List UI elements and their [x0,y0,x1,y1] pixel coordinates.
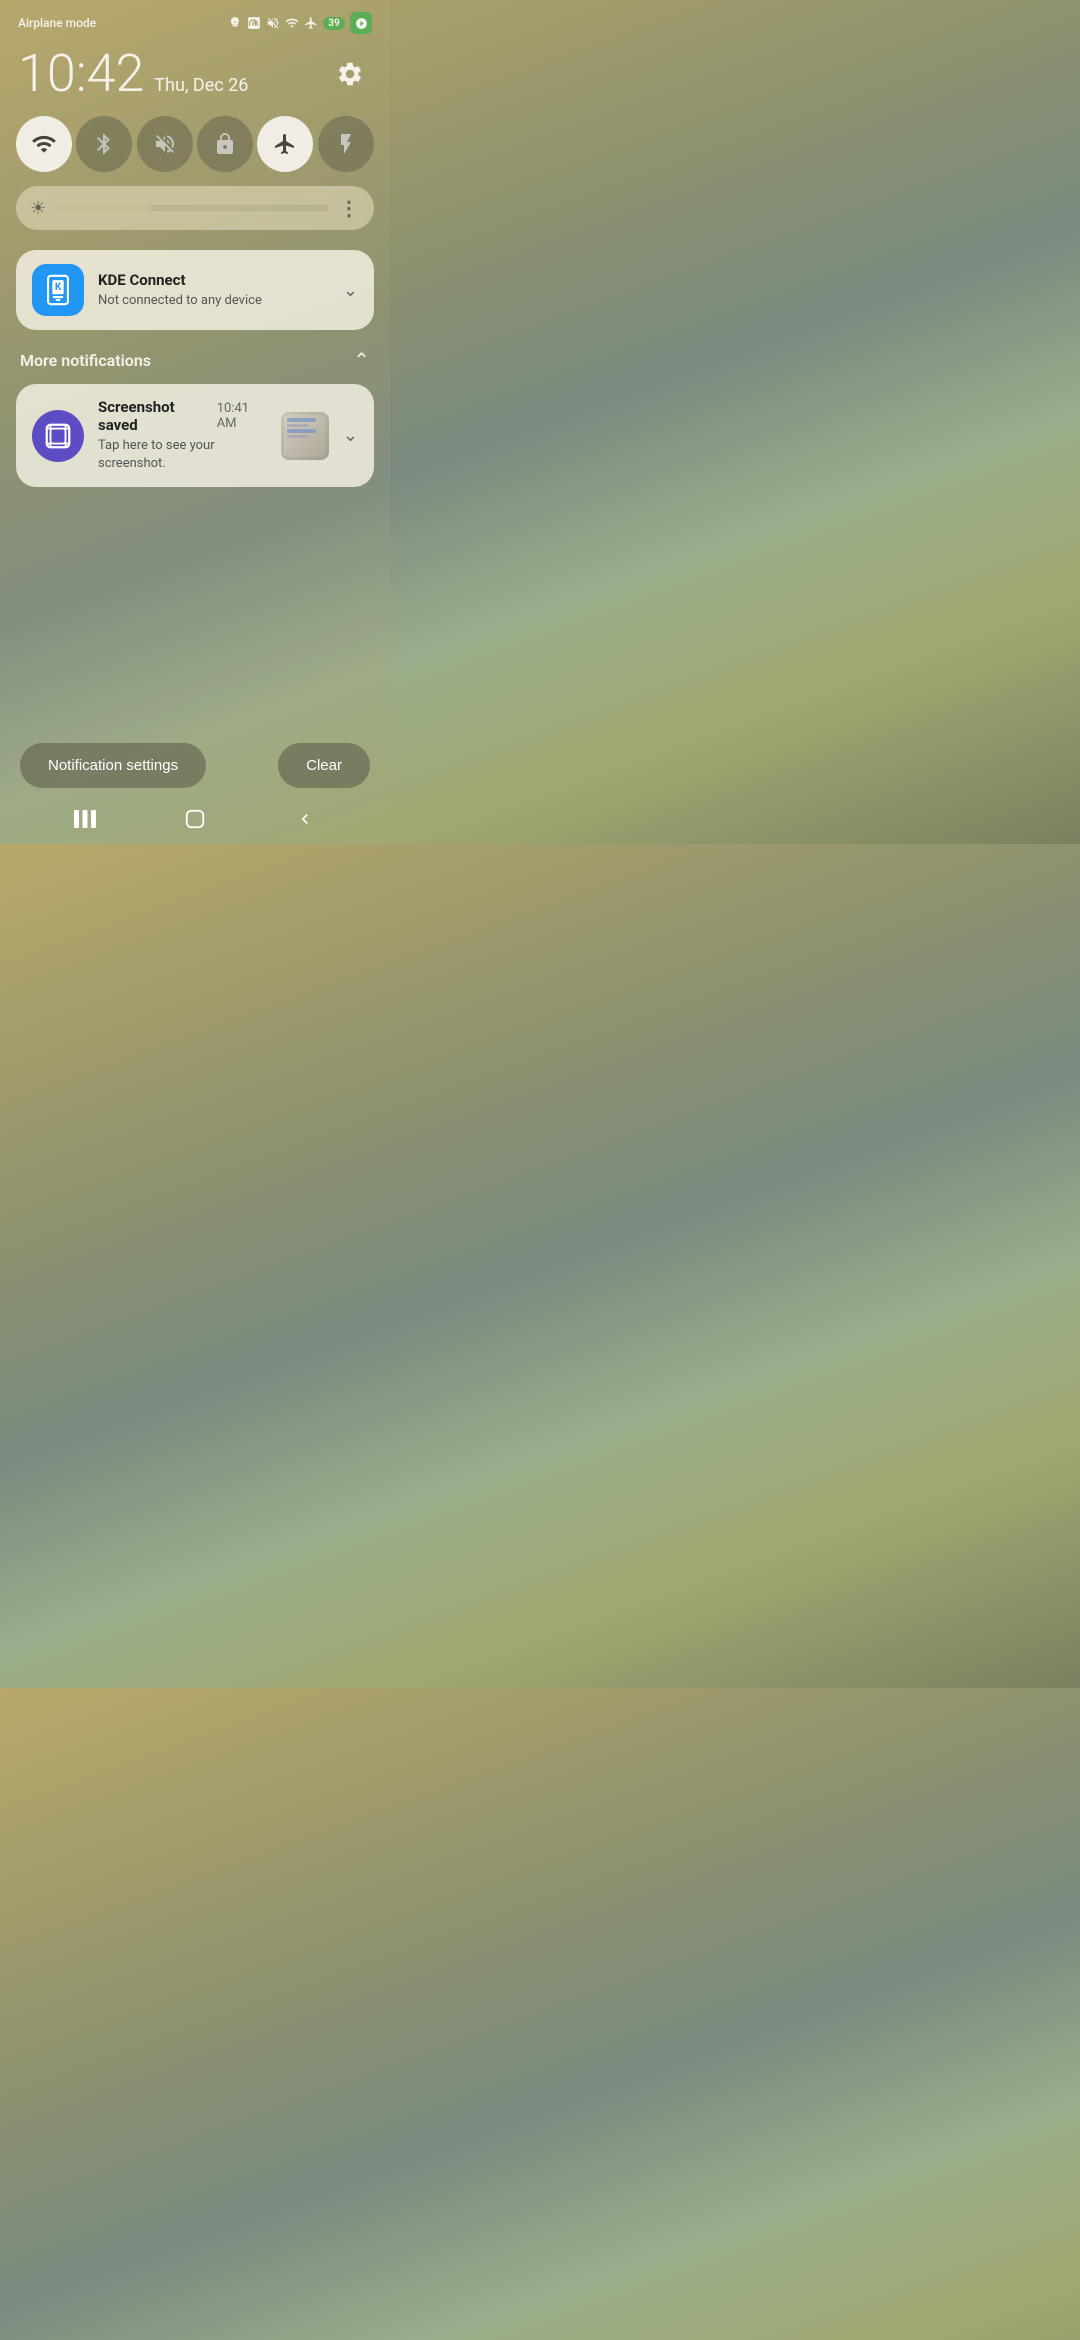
bottom-actions: Notification settings Clear [0,743,390,788]
screenshot-icon-svg [43,421,73,451]
kde-connect-content: KDE Connect Not connected to any device [98,270,329,310]
kde-icon-svg: K [41,273,75,307]
kde-connect-title: KDE Connect [98,271,186,289]
recents-button[interactable] [60,799,110,839]
navigation-bar [0,794,390,844]
back-icon [295,809,315,829]
screenshot-time: 10:41 AM [217,401,267,431]
screenshot-app-icon [32,410,84,462]
kde-connect-expand-button[interactable]: ⌄ [343,280,358,301]
kde-connect-notification[interactable]: K KDE Connect Not connected to any devic… [16,250,374,330]
thumbnail-line-2 [287,424,309,427]
screenshot-notification[interactable]: Screenshot saved 10:41 AM Tap here to se… [16,384,374,487]
kde-connect-icon: K [32,264,84,316]
screenshot-title: Screenshot saved [98,398,207,434]
brightness-slider[interactable] [56,205,329,211]
clear-button[interactable]: Clear [278,743,370,788]
thumbnail-inner [284,415,326,457]
screenshot-thumbnail [281,412,329,460]
kde-connect-body: Not connected to any device [98,292,329,310]
thumbnail-line-4 [287,435,309,438]
home-icon [184,808,206,830]
notification-settings-button[interactable]: Notification settings [20,743,206,788]
svg-text:K: K [55,282,62,293]
home-button[interactable] [170,799,220,839]
thumbnail-line-3 [287,429,316,433]
screenshot-body: Tap here to see your screenshot. [98,437,267,473]
screenshot-content: Screenshot saved 10:41 AM Tap here to se… [98,398,267,473]
brightness-fill [56,205,152,211]
back-button[interactable] [280,799,330,839]
recents-icon [74,810,96,828]
screenshot-expand-button[interactable]: ⌄ [343,425,358,446]
thumbnail-line-1 [287,418,316,422]
